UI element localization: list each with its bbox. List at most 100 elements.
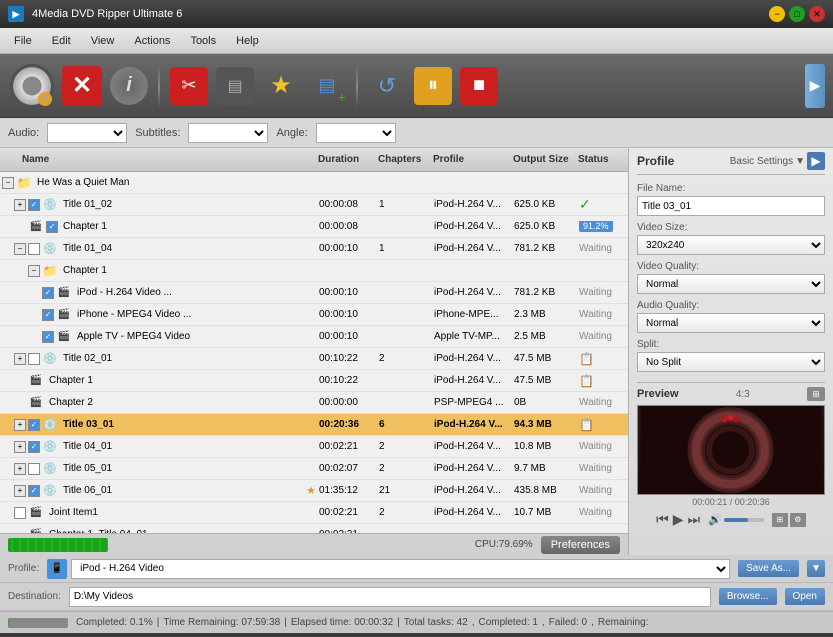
- row-checkbox[interactable]: [28, 441, 40, 453]
- rip-button[interactable]: ✕: [60, 64, 104, 108]
- menu-tools[interactable]: Tools: [180, 33, 226, 49]
- menu-edit[interactable]: Edit: [42, 33, 81, 49]
- duration-cell: 00:02:07: [316, 463, 376, 474]
- file-name-field: File Name:: [637, 183, 825, 216]
- effects-button[interactable]: ★: [260, 65, 302, 107]
- play-button[interactable]: ▶: [673, 511, 684, 528]
- expand-button[interactable]: +: [14, 485, 26, 497]
- zoom-button[interactable]: ⊞: [772, 513, 788, 527]
- app-icon: ▶: [8, 6, 24, 22]
- browse-button[interactable]: Browse...: [719, 588, 777, 605]
- basic-settings-button[interactable]: Basic Settings ▼ ▶: [730, 152, 825, 170]
- table-row[interactable]: − 💿 Title 01_04 00:00:10 1 iPod-H.264 V.…: [0, 238, 628, 260]
- chapters-cell: 1: [376, 243, 431, 254]
- file-name-input[interactable]: [637, 196, 825, 216]
- refresh-button[interactable]: ↺: [366, 65, 408, 107]
- settings-label: Basic Settings: [730, 156, 793, 167]
- minimize-button[interactable]: −: [769, 6, 785, 22]
- col-output-size[interactable]: Output Size: [509, 154, 574, 165]
- table-row[interactable]: 🎬 Chapter 1 00:10:22 iPod-H.264 V... 47.…: [0, 370, 628, 392]
- save-arrow-button[interactable]: ▼: [807, 560, 825, 577]
- preview-size-button[interactable]: ⊞: [807, 387, 825, 401]
- profile-select[interactable]: iPod - H.264 Video: [71, 559, 730, 579]
- settings-icon-button[interactable]: ⚙: [790, 513, 806, 527]
- expand-button[interactable]: −: [14, 243, 26, 255]
- expand-button[interactable]: +: [14, 419, 26, 431]
- separator6: ,: [591, 617, 594, 628]
- prev-skip-button[interactable]: ⏮: [656, 511, 669, 528]
- subtitles-select[interactable]: [188, 123, 268, 143]
- table-row[interactable]: 🎬 Joint Item1 00:02:21 2 iPod-H.264 V...…: [0, 502, 628, 524]
- menu-file[interactable]: File: [4, 33, 42, 49]
- table-row[interactable]: + 💿 Title 06_01 ★ 01:35:12 21 iPod-H.264…: [0, 480, 628, 502]
- progress-bar: [8, 618, 68, 628]
- table-row[interactable]: 🎬 Chapter 2 00:00:00 PSP-MPEG4 ... 0B Wa…: [0, 392, 628, 414]
- video-size-field: Video Size: 320x240: [637, 222, 825, 255]
- open-button[interactable]: Open: [785, 588, 825, 605]
- table-row[interactable]: + 💿 Title 04_01 00:02:21 2 iPod-H.264 V.…: [0, 436, 628, 458]
- nav-arrow-button[interactable]: ▶: [805, 64, 825, 108]
- row-checkbox[interactable]: [28, 463, 40, 475]
- col-duration[interactable]: Duration: [314, 154, 374, 165]
- expand-button[interactable]: −: [28, 265, 40, 277]
- menu-help[interactable]: Help: [226, 33, 269, 49]
- film-icon: 🎬: [56, 307, 72, 323]
- video-size-select[interactable]: 320x240: [637, 235, 825, 255]
- table-row[interactable]: − 📁 Chapter 1: [0, 260, 628, 282]
- col-name[interactable]: Name: [18, 154, 300, 165]
- expand-button[interactable]: +: [14, 441, 26, 453]
- row-checkbox[interactable]: [28, 199, 40, 211]
- info-button[interactable]: i: [108, 65, 150, 107]
- expand-button[interactable]: +: [14, 353, 26, 365]
- col-chapters[interactable]: Chapters: [374, 154, 429, 165]
- audio-quality-select[interactable]: Normal: [637, 313, 825, 333]
- expand-button[interactable]: −: [2, 177, 14, 189]
- close-button[interactable]: ✕: [809, 6, 825, 22]
- table-row[interactable]: + 💿 Title 02_01 00:10:22 2 iPod-H.264 V.…: [0, 348, 628, 370]
- scissors-button[interactable]: ✂: [168, 65, 210, 107]
- row-checkbox[interactable]: [28, 419, 40, 431]
- save-as-button[interactable]: Save As...: [738, 560, 799, 577]
- row-checkbox[interactable]: [42, 309, 54, 321]
- menu-view[interactable]: View: [81, 33, 125, 49]
- video-quality-select[interactable]: Normal: [637, 274, 825, 294]
- table-row[interactable]: 🎬 Chapter 1_Title 04_01... 00:02:21: [0, 524, 628, 533]
- table-row[interactable]: 🎬 iPhone - MPEG4 Video ... 00:00:10 iPho…: [0, 304, 628, 326]
- preferences-button[interactable]: Preferences: [541, 536, 620, 554]
- file-list[interactable]: − 📁 He Was a Quiet Man + 💿 Title 01_02: [0, 172, 628, 533]
- table-row[interactable]: 🎬 Chapter 1 00:00:08 iPod-H.264 V... 625…: [0, 216, 628, 238]
- table-row[interactable]: + 💿 Title 05_01 00:02:07 2 iPod-H.264 V.…: [0, 458, 628, 480]
- volume-slider[interactable]: [724, 518, 764, 522]
- preview-controls[interactable]: ⏮ ▶ ⏭ 🔊 ⊞ ⚙: [637, 511, 825, 528]
- row-checkbox[interactable]: [14, 507, 26, 519]
- stop-button[interactable]: ■: [458, 65, 500, 107]
- destination-input[interactable]: [69, 587, 711, 607]
- pause-button[interactable]: ⏸: [412, 65, 454, 107]
- table-row[interactable]: + 💿 Title 01_02 00:00:08 1 iPod-H.264 V.…: [0, 194, 628, 216]
- maximize-button[interactable]: □: [789, 6, 805, 22]
- row-checkbox[interactable]: [42, 287, 54, 299]
- table-row[interactable]: − 📁 He Was a Quiet Man: [0, 172, 628, 194]
- film-edit-button[interactable]: ▤: [214, 65, 256, 107]
- split-select[interactable]: No Split: [637, 352, 825, 372]
- expand-button[interactable]: +: [14, 199, 26, 211]
- row-checkbox[interactable]: [28, 353, 40, 365]
- table-row[interactable]: + 💿 Title 03_01 00:20:36 6 iPod-H.264 V.…: [0, 414, 628, 436]
- angle-select[interactable]: [316, 123, 396, 143]
- col-status[interactable]: Status: [574, 154, 624, 165]
- menu-actions[interactable]: Actions: [124, 33, 180, 49]
- table-row[interactable]: 🎬 iPod - H.264 Video ... 00:00:10 iPod-H…: [0, 282, 628, 304]
- add-film-button[interactable]: ▤ +: [306, 65, 348, 107]
- next-skip-button[interactable]: ⏭: [688, 511, 701, 528]
- audio-select[interactable]: [47, 123, 127, 143]
- table-row[interactable]: 🎬 Apple TV - MPEG4 Video 00:00:10 Apple …: [0, 326, 628, 348]
- row-checkbox[interactable]: [42, 331, 54, 343]
- profile-label: Profile:: [8, 563, 39, 574]
- dvd-button[interactable]: ▼: [8, 62, 56, 110]
- expand-button[interactable]: +: [14, 463, 26, 475]
- row-checkbox[interactable]: [46, 221, 58, 233]
- col-profile[interactable]: Profile: [429, 154, 509, 165]
- row-checkbox[interactable]: [28, 243, 40, 255]
- panel-nav-button[interactable]: ▶: [807, 152, 825, 170]
- row-checkbox[interactable]: [28, 485, 40, 497]
